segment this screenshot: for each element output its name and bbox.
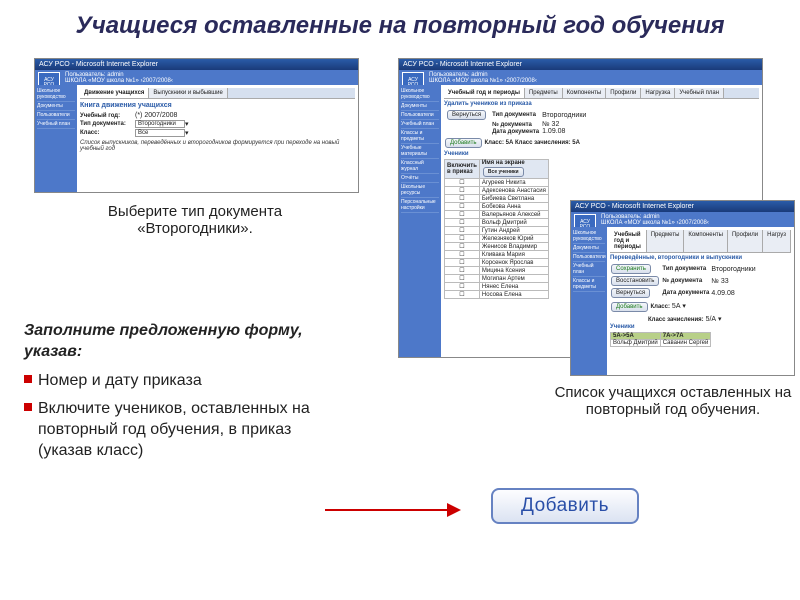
instructions: Заполните предложенную форму, указав: Но… [24,321,334,462]
window-title: АСУ РСО - Microsoft Internet Explorer [35,59,358,70]
instructions-heading: Заполните предложенную форму, указав: [24,321,334,363]
tab-plan[interactable]: Учебный план [675,88,724,98]
bullet-2: Включите учеников, оставленных на повтор… [38,399,334,461]
class-enroll-select[interactable]: 5/А [706,316,717,323]
class-select[interactable]: 5А [672,303,681,310]
add-button[interactable]: Добавить [611,302,648,312]
tab-profiles[interactable]: Профили [606,88,641,98]
main-panel-3: Учебный год и периоды Предметы Компонент… [607,227,794,375]
sidebar: Школьное руководствоДокументыПользовател… [399,85,441,357]
bullet-icon [24,375,32,383]
tab-movement[interactable]: Движение учащихся [80,88,149,98]
add-button-large[interactable]: Добавить [491,488,639,524]
tab-year[interactable]: Учебный год и периоды [444,88,525,98]
sidebar: Школьное руководствоДокументыПользовател… [35,85,77,192]
checkbox[interactable]: ☐ [445,179,480,187]
window-title: АСУ РСО - Microsoft Internet Explorer [399,59,762,70]
tab-graduates[interactable]: Выпускники и выбывшие [149,88,227,98]
arrow-icon [325,503,475,517]
main-panel-1: Движение учащихся Выпускники и выбывшие … [77,85,358,192]
window-title: АСУ РСО - Microsoft Internet Explorer [571,201,794,212]
class-select[interactable]: Все [135,129,185,137]
school-label: ШКОЛА «МОУ школа №1» ›2007/2008‹ [65,78,354,84]
students-table: Включить в приказИмя на экранеВсе ученик… [444,159,549,299]
back-button[interactable]: Вернуться [447,110,486,120]
caption-1: Выберите тип документа «Второгодники». [60,203,330,237]
section-heading: Книга движения учащихся [80,102,355,109]
doc-type-select[interactable]: Второгодники [135,120,185,128]
page-title: Учащиеся оставленные на повторный год об… [0,0,800,46]
tab-subjects[interactable]: Предметы [525,88,563,98]
add-button[interactable]: Добавить [445,138,482,148]
back-button[interactable]: Вернуться [611,288,650,298]
screenshot-3: АСУ РСО - Microsoft Internet Explorer АС… [570,200,795,376]
tab-load[interactable]: Нагрузка [641,88,675,98]
all-students-button[interactable]: Все ученики [483,167,524,177]
tab-components[interactable]: Компоненты [563,88,607,98]
bullet-1: Номер и дату приказа [38,371,202,392]
bullet-icon [24,403,32,411]
screenshot-1: АСУ РСО - Microsoft Internet Explorer АС… [34,58,359,193]
restore-button[interactable]: Восстановить [611,276,659,286]
sidebar: Школьное руководствоДокументыПользовател… [571,227,607,375]
save-button[interactable]: Сохранить [611,264,651,274]
caption-2: Список учащихся оставленных на повторный… [548,384,798,418]
notice-text: Список выпускников, переведённых и второ… [80,140,355,152]
